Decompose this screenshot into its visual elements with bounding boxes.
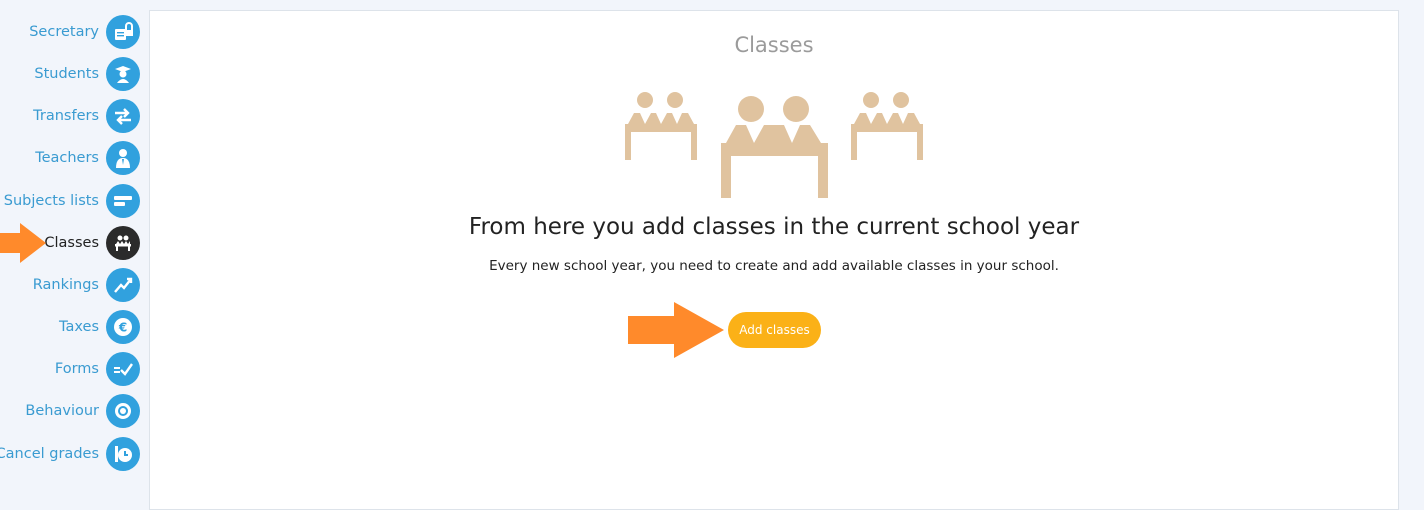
euro-icon: € [106,310,140,344]
sidebar-item-behaviour[interactable]: Behaviour [25,394,140,428]
sidebar-item-forms[interactable]: Forms [55,352,140,386]
sidebar-item-classes[interactable]: Classes [44,226,140,260]
highlight-arrow-icon [0,223,46,263]
sidebar-item-label: Students [34,66,99,82]
graduate-icon [106,57,140,91]
sidebar-item-label: Behaviour [25,403,99,419]
svg-text:€: € [118,321,127,335]
trend-chart-icon [106,268,140,302]
sidebar-item-label: Taxes [59,319,99,335]
main-panel: Classes From here you add classes in the… [149,10,1399,510]
sidebar-item-secretary[interactable]: Secretary [29,15,140,49]
headline: From here you add classes in the current… [468,214,1080,240]
sidebar-item-label: Rankings [32,277,99,293]
list-bars-icon [106,184,140,218]
sidebar-item-label: Teachers [35,150,99,166]
badge-icon [106,394,140,428]
sidebar-item-label: Cancel grades [0,446,99,462]
cancel-timer-icon [106,437,140,471]
secretary-icon [106,15,140,49]
sidebar-item-students[interactable]: Students [34,57,140,91]
sidebar-item-cancel-grades[interactable]: Cancel grades [0,437,140,471]
sidebar-item-label: Secretary [29,24,99,40]
sidebar-item-label: Forms [54,361,99,377]
transfer-arrows-icon [106,99,140,133]
classroom-icon [106,226,140,260]
sidebar-item-teachers[interactable]: Teachers [35,141,140,175]
sidebar-item-label: Subjects lists [3,193,99,209]
sidebar-item-subjects-lists[interactable]: Subjects lists [4,184,140,218]
sidebar-item-label: Transfers [33,108,99,124]
sidebar-item-transfers[interactable]: Transfers [33,99,140,133]
classroom-illustration [625,92,923,198]
highlight-arrow-icon [628,302,724,358]
form-check-icon [106,352,140,386]
page-title: Classes [734,33,814,57]
teacher-icon [106,141,140,175]
sidebar-item-label: Classes [44,235,99,251]
add-classes-button[interactable]: Add classes [728,312,821,348]
sidebar-item-taxes[interactable]: Taxes € [59,310,140,344]
description: Every new school year, you need to creat… [489,258,1059,274]
sidebar-item-rankings[interactable]: Rankings [33,268,140,302]
